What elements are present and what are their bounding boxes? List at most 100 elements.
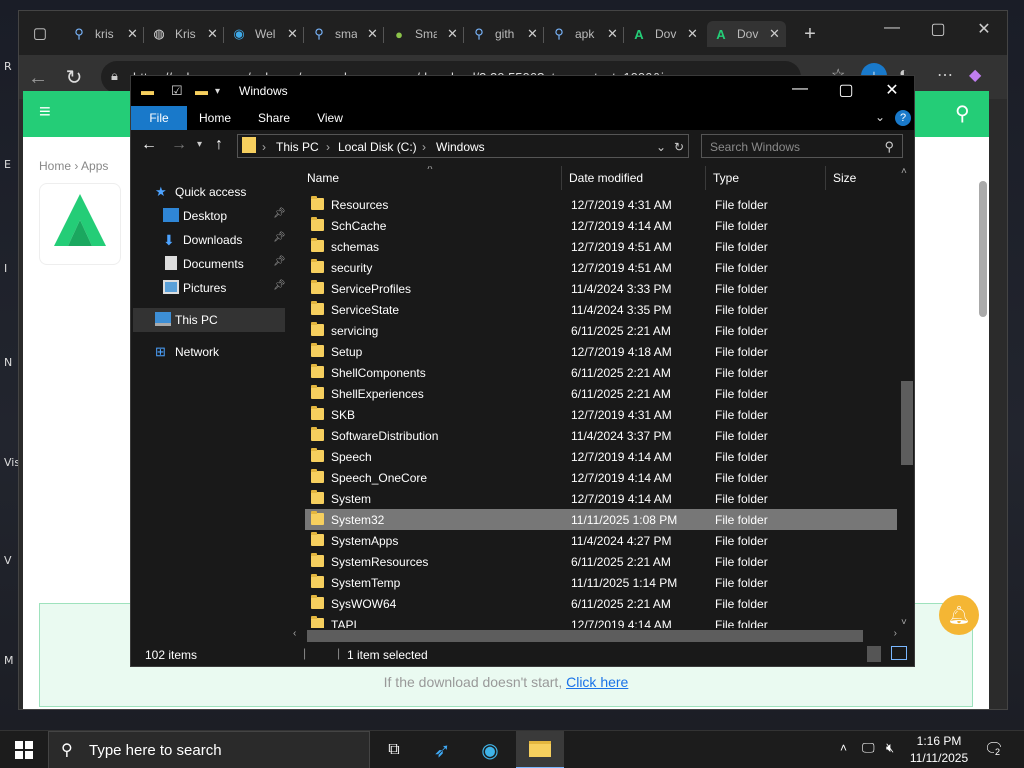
- browser-tab[interactable]: ⚲ gith ✕: [471, 21, 538, 47]
- column-header-type[interactable]: Type: [713, 166, 739, 190]
- pin-icon[interactable]: 📌︎: [273, 232, 286, 243]
- minimize-icon[interactable]: —: [777, 80, 823, 98]
- minimize-icon[interactable]: —: [869, 19, 915, 37]
- file-row[interactable]: Speech 12/7/2019 4:14 AM File folder: [305, 446, 897, 467]
- browser-tab[interactable]: ● Sma ✕: [391, 21, 458, 47]
- chevron-down-icon[interactable]: ⌄: [656, 140, 666, 154]
- taskbar-search-input[interactable]: ⚲ Type here to search: [48, 731, 370, 768]
- file-row[interactable]: schemas 12/7/2019 4:51 AM File folder: [305, 236, 897, 257]
- taskbar-app-swift[interactable]: ➶: [418, 731, 466, 768]
- taskbar-app-edge[interactable]: ◉: [466, 731, 514, 768]
- file-row[interactable]: SysWOW64 6/11/2025 2:21 AM File folder: [305, 593, 897, 614]
- maximize-icon[interactable]: ▢: [915, 19, 961, 39]
- large-icons-view-icon[interactable]: [891, 646, 907, 660]
- taskbar-app-file-explorer[interactable]: [516, 731, 564, 768]
- pin-icon[interactable]: 📌︎: [273, 256, 286, 267]
- address-path-bar[interactable]: › This PC › Local Disk (C:) › Windows ⌄ …: [237, 134, 689, 158]
- click-here-link[interactable]: Click here: [566, 674, 628, 690]
- close-icon[interactable]: ✕: [527, 26, 538, 42]
- details-view-icon[interactable]: [867, 646, 881, 662]
- column-header-name[interactable]: Name: [307, 166, 339, 190]
- browser-tab[interactable]: ◉ Wel ✕: [231, 21, 298, 47]
- search-icon[interactable]: ⚲: [955, 101, 970, 126]
- breadcrumb-windows[interactable]: Windows: [436, 140, 485, 154]
- close-window-icon[interactable]: ✕: [961, 19, 1007, 39]
- close-icon[interactable]: ✕: [207, 26, 218, 42]
- maximize-icon[interactable]: ▢: [823, 80, 869, 100]
- back-icon[interactable]: ←: [27, 67, 49, 89]
- forward-arrow-icon[interactable]: →: [171, 136, 187, 154]
- pin-icon[interactable]: 📌︎: [273, 280, 286, 291]
- tab-share[interactable]: Share: [251, 106, 297, 130]
- scroll-right-icon[interactable]: ›: [894, 628, 897, 639]
- nav-network[interactable]: ⊞ Network: [131, 340, 291, 364]
- volume-muted-icon[interactable]: 🔇︎: [886, 740, 894, 756]
- close-icon[interactable]: ✕: [687, 26, 698, 42]
- breadcrumb-local-disk[interactable]: Local Disk (C:): [338, 140, 417, 154]
- close-icon[interactable]: ✕: [607, 26, 618, 42]
- clock[interactable]: 1:16 PM 11/11/2025: [908, 733, 970, 767]
- browser-tab[interactable]: ⚲ sma ✕: [311, 21, 378, 47]
- file-row[interactable]: security 12/7/2019 4:51 AM File folder: [305, 257, 897, 278]
- nav-pictures[interactable]: Pictures 📌︎: [131, 276, 291, 300]
- browser-tab[interactable]: ◍ Kris ✕: [151, 21, 218, 47]
- chevron-down-icon[interactable]: ⌄: [875, 110, 885, 124]
- vertical-scroll-thumb[interactable]: [901, 381, 913, 465]
- menu-icon[interactable]: ≡: [39, 101, 51, 124]
- scroll-down-icon[interactable]: ˅: [901, 617, 907, 628]
- file-row[interactable]: SchCache 12/7/2019 4:14 AM File folder: [305, 215, 897, 236]
- file-row[interactable]: SystemApps 11/4/2024 4:27 PM File folder: [305, 530, 897, 551]
- nav-desktop[interactable]: Desktop 📌︎: [131, 204, 291, 228]
- breadcrumb-home[interactable]: Home: [39, 159, 71, 173]
- show-hidden-icons-icon[interactable]: ˄: [840, 741, 847, 755]
- tab-view[interactable]: View: [309, 106, 351, 130]
- browser-tab[interactable]: ⚲ apk ✕: [551, 21, 618, 47]
- horizontal-scrollbar[interactable]: ‹ ›: [291, 628, 899, 642]
- tab-file[interactable]: File: [131, 106, 187, 130]
- vertical-scrollbar[interactable]: ˄ ˅: [899, 166, 913, 628]
- file-row[interactable]: Setup 12/7/2019 4:18 AM File folder: [305, 341, 897, 362]
- close-icon[interactable]: ✕: [367, 26, 378, 42]
- scroll-up-icon[interactable]: ˄: [901, 166, 907, 177]
- more-menu-icon[interactable]: ⋯: [937, 65, 953, 85]
- column-header-size[interactable]: Size: [833, 166, 856, 190]
- task-view-button[interactable]: ⧉: [370, 731, 418, 768]
- file-row[interactable]: SystemResources 6/11/2025 2:21 AM File fol…: [305, 551, 897, 572]
- properties-icon[interactable]: ☑: [171, 83, 183, 99]
- pin-icon[interactable]: 📌︎: [273, 208, 286, 219]
- breadcrumb-apps[interactable]: Apps: [81, 159, 108, 173]
- file-row[interactable]: ShellComponents 6/11/2025 2:21 AM File fol…: [305, 362, 897, 383]
- file-row[interactable]: ServiceProfiles 11/4/2024 3:33 PM File fol…: [305, 278, 897, 299]
- nav-downloads[interactable]: ⬇ Downloads 📌︎: [131, 228, 291, 252]
- help-icon[interactable]: ?: [895, 110, 911, 126]
- new-folder-icon[interactable]: ▬: [195, 83, 208, 98]
- nav-this-pc[interactable]: This PC: [133, 308, 285, 332]
- browser-tab[interactable]: A Dov ✕: [631, 21, 698, 47]
- notification-center-icon[interactable]: 🗨︎2: [984, 739, 1004, 759]
- scroll-left-icon[interactable]: ‹: [293, 628, 296, 639]
- breadcrumb-this-pc[interactable]: This PC: [276, 140, 319, 154]
- copilot-icon[interactable]: ◆: [969, 65, 981, 85]
- new-tab-icon[interactable]: +: [799, 23, 821, 45]
- file-row[interactable]: System 12/7/2019 4:14 AM File folder: [305, 488, 897, 509]
- browser-tab[interactable]: ⚲ kris ✕: [71, 21, 138, 47]
- file-row[interactable]: servicing 6/11/2025 2:21 AM File folder: [305, 320, 897, 341]
- file-row[interactable]: ShellExperiences 6/11/2025 2:21 AM File fo…: [305, 383, 897, 404]
- tab-home[interactable]: Home: [193, 106, 237, 130]
- refresh-icon[interactable]: ↻: [674, 140, 684, 154]
- start-button[interactable]: [0, 731, 48, 768]
- back-arrow-icon[interactable]: ←: [141, 136, 157, 154]
- file-row[interactable]: Speech_OneCore 12/7/2019 4:14 AM File fold…: [305, 467, 897, 488]
- column-header-date[interactable]: Date modified: [569, 166, 643, 190]
- tab-actions-icon[interactable]: ▢: [29, 23, 51, 45]
- customize-quick-access-icon[interactable]: ▾: [215, 86, 220, 97]
- nav-quick-access[interactable]: ★ Quick access: [131, 180, 291, 204]
- close-icon[interactable]: ✕: [769, 26, 780, 42]
- network-status-icon[interactable]: 🖵︎: [862, 740, 875, 756]
- browser-tab-active[interactable]: A Dov ✕: [707, 21, 786, 47]
- horizontal-scroll-thumb[interactable]: [307, 630, 863, 642]
- close-icon[interactable]: ✕: [287, 26, 298, 42]
- file-row[interactable]: SKB 12/7/2019 4:31 AM File folder: [305, 404, 897, 425]
- nav-documents[interactable]: Documents 📌︎: [131, 252, 291, 276]
- notification-bell-button[interactable]: 🔔︎: [939, 595, 979, 635]
